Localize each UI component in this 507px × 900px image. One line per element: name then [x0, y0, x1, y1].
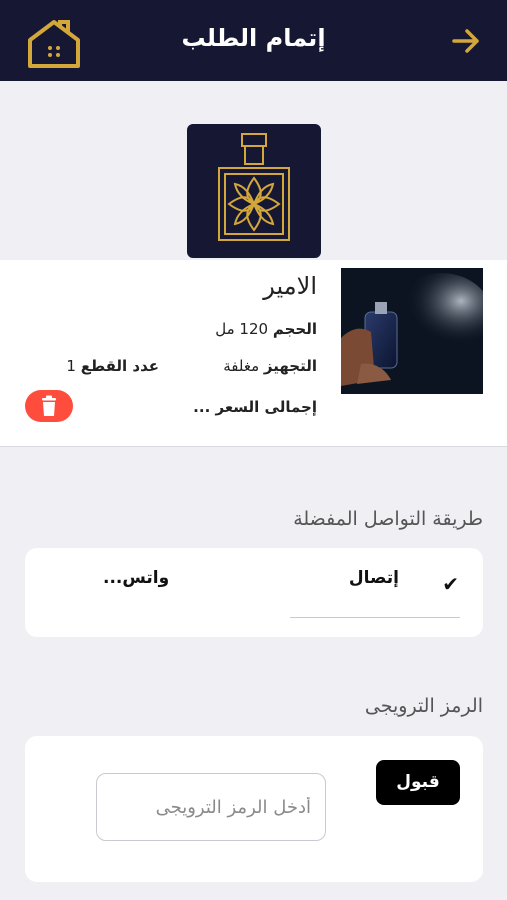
- trash-icon: [42, 395, 56, 416]
- quantity-value: 1: [66, 357, 76, 375]
- size-value: 120 مل: [215, 320, 269, 338]
- page-title: إتمام الطلب: [181, 24, 326, 52]
- brand-logo: [187, 124, 321, 258]
- contact-option-whatsapp[interactable]: واتس...: [103, 568, 169, 588]
- size-label: الحجم: [272, 320, 317, 338]
- quantity-row: عدد القطع 1: [66, 357, 159, 375]
- product-name: الامير: [263, 272, 317, 300]
- accept-button[interactable]: قبول: [376, 760, 460, 805]
- promo-code-input[interactable]: [96, 773, 326, 841]
- contact-method-card: ✔ إتصال واتس...: [25, 548, 483, 637]
- arrow-right-icon: [452, 29, 479, 53]
- app-header: إتمام الطلب: [0, 0, 507, 81]
- total-price-row: إجمالى السعر ...: [193, 398, 317, 416]
- promo-code-card: قبول: [25, 736, 483, 882]
- cart-item-card: الامير الحجم 120 مل التجهيز مغلفة عدد ال…: [0, 260, 507, 447]
- quantity-label: عدد القطع: [80, 357, 159, 375]
- promo-code-title: الرمز الترويجى: [364, 695, 483, 717]
- packaging-value: مغلفة: [223, 357, 260, 375]
- product-image: [341, 268, 483, 394]
- checkmark-icon: ✔: [442, 572, 459, 596]
- back-button[interactable]: [451, 26, 481, 56]
- packaging-row: التجهيز مغلفة: [223, 357, 317, 375]
- selected-option-underline: [290, 617, 460, 618]
- total-price-label: إجمالى السعر ...: [193, 398, 317, 416]
- packaging-label: التجهيز: [263, 357, 317, 375]
- size-row: الحجم 120 مل: [215, 320, 317, 338]
- contact-method-title: طريقة التواصل المفضلة: [293, 508, 483, 530]
- perfume-logo-icon: [218, 133, 290, 241]
- contact-option-call[interactable]: إتصال: [349, 568, 399, 588]
- delete-item-button[interactable]: [25, 390, 73, 422]
